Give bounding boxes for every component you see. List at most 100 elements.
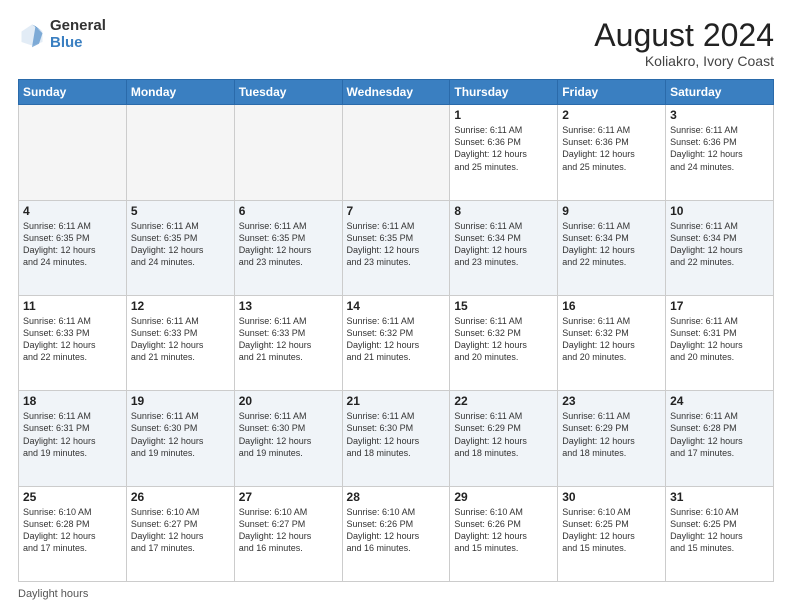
calendar-cell: 25 Sunrise: 6:10 AM Sunset: 6:28 PM Dayli…: [19, 486, 127, 581]
day-info: Sunrise: 6:11 AM Sunset: 6:34 PM Dayligh…: [562, 220, 661, 269]
calendar-cell: 5Sunrise: 6:11 AM Sunset: 6:35 PM Daylig…: [126, 200, 234, 295]
day-info: Sunrise: 6:11 AM Sunset: 6:30 PM Dayligh…: [347, 410, 446, 459]
week-row-5: 25 Sunrise: 6:10 AM Sunset: 6:28 PM Dayli…: [19, 486, 774, 581]
calendar-table: SundayMondayTuesdayWednesdayThursdayFrid…: [18, 79, 774, 582]
calendar-cell: [19, 105, 127, 200]
col-header-tuesday: Tuesday: [234, 80, 342, 105]
day-number: 21: [347, 394, 446, 408]
calendar-cell: 14 Sunrise: 6:11 AM Sunset: 6:32 PM Dayli…: [342, 295, 450, 390]
day-number: 3: [670, 108, 769, 122]
calendar-cell: 2 Sunrise: 6:11 AM Sunset: 6:36 PM Daylig…: [558, 105, 666, 200]
day-number: 29: [454, 490, 553, 504]
day-info: Sunrise: 6:10 AM Sunset: 6:28 PM Dayligh…: [23, 506, 122, 555]
calendar-cell: 30Sunrise: 6:10 AM Sunset: 6:25 PM Dayli…: [558, 486, 666, 581]
calendar-cell: 29 Sunrise: 6:10 AM Sunset: 6:26 PM Dayli…: [450, 486, 558, 581]
day-number: 14: [347, 299, 446, 313]
day-info: Sunrise: 6:10 AM Sunset: 6:26 PM Dayligh…: [347, 506, 446, 555]
week-row-4: 18Sunrise: 6:11 AM Sunset: 6:31 PM Dayli…: [19, 391, 774, 486]
day-info: Sunrise: 6:11 AM Sunset: 6:33 PM Dayligh…: [131, 315, 230, 364]
day-number: 1: [454, 108, 553, 122]
generalblue-icon: [18, 21, 46, 49]
location: Koliakro, Ivory Coast: [594, 53, 774, 69]
calendar-cell: [126, 105, 234, 200]
day-info: Sunrise: 6:11 AM Sunset: 6:28 PM Dayligh…: [670, 410, 769, 459]
day-info: Sunrise: 6:11 AM Sunset: 6:36 PM Dayligh…: [670, 124, 769, 173]
daylight-hours-label: Daylight hours: [18, 588, 88, 600]
calendar-cell: 15Sunrise: 6:11 AM Sunset: 6:32 PM Dayli…: [450, 295, 558, 390]
calendar-cell: 1 Sunrise: 6:11 AM Sunset: 6:36 PM Daylig…: [450, 105, 558, 200]
day-number: 13: [239, 299, 338, 313]
col-header-monday: Monday: [126, 80, 234, 105]
day-info: Sunrise: 6:11 AM Sunset: 6:35 PM Dayligh…: [23, 220, 122, 269]
day-number: 19: [131, 394, 230, 408]
col-header-wednesday: Wednesday: [342, 80, 450, 105]
logo-general: General: [50, 17, 106, 34]
day-info: Sunrise: 6:10 AM Sunset: 6:25 PM Dayligh…: [670, 506, 769, 555]
day-number: 2: [562, 108, 661, 122]
footer: Daylight hours: [18, 588, 774, 600]
col-header-thursday: Thursday: [450, 80, 558, 105]
header: General Blue August 2024 Koliakro, Ivory…: [18, 18, 774, 69]
day-number: 20: [239, 394, 338, 408]
calendar-cell: 17 Sunrise: 6:11 AM Sunset: 6:31 PM Dayli…: [666, 295, 774, 390]
col-header-sunday: Sunday: [19, 80, 127, 105]
calendar-cell: 11 Sunrise: 6:11 AM Sunset: 6:33 PM Dayli…: [19, 295, 127, 390]
col-header-friday: Friday: [558, 80, 666, 105]
calendar-cell: 21 Sunrise: 6:11 AM Sunset: 6:30 PM Dayli…: [342, 391, 450, 486]
day-number: 23: [562, 394, 661, 408]
day-number: 12: [131, 299, 230, 313]
day-info: Sunrise: 6:11 AM Sunset: 6:36 PM Dayligh…: [562, 124, 661, 173]
day-info: Sunrise: 6:11 AM Sunset: 6:34 PM Dayligh…: [670, 220, 769, 269]
calendar-cell: 28Sunrise: 6:10 AM Sunset: 6:26 PM Dayli…: [342, 486, 450, 581]
month-year: August 2024: [594, 18, 774, 53]
day-number: 8: [454, 204, 553, 218]
day-info: Sunrise: 6:11 AM Sunset: 6:33 PM Dayligh…: [23, 315, 122, 364]
day-number: 15: [454, 299, 553, 313]
day-number: 11: [23, 299, 122, 313]
calendar-cell: 6 Sunrise: 6:11 AM Sunset: 6:35 PM Daylig…: [234, 200, 342, 295]
calendar-cell: 16Sunrise: 6:11 AM Sunset: 6:32 PM Dayli…: [558, 295, 666, 390]
calendar-cell: 31Sunrise: 6:10 AM Sunset: 6:25 PM Dayli…: [666, 486, 774, 581]
calendar-cell: 7Sunrise: 6:11 AM Sunset: 6:35 PM Daylig…: [342, 200, 450, 295]
logo-text: General Blue: [50, 18, 106, 51]
calendar-cell: [234, 105, 342, 200]
week-row-1: 1 Sunrise: 6:11 AM Sunset: 6:36 PM Daylig…: [19, 105, 774, 200]
day-number: 25: [23, 490, 122, 504]
header-row: SundayMondayTuesdayWednesdayThursdayFrid…: [19, 80, 774, 105]
day-number: 6: [239, 204, 338, 218]
calendar-cell: 4 Sunrise: 6:11 AM Sunset: 6:35 PM Daylig…: [19, 200, 127, 295]
day-info: Sunrise: 6:11 AM Sunset: 6:32 PM Dayligh…: [562, 315, 661, 364]
calendar-cell: 12 Sunrise: 6:11 AM Sunset: 6:33 PM Dayli…: [126, 295, 234, 390]
day-number: 26: [131, 490, 230, 504]
day-info: Sunrise: 6:11 AM Sunset: 6:31 PM Dayligh…: [670, 315, 769, 364]
day-number: 4: [23, 204, 122, 218]
day-number: 9: [562, 204, 661, 218]
calendar-cell: 22 Sunrise: 6:11 AM Sunset: 6:29 PM Dayli…: [450, 391, 558, 486]
day-number: 30: [562, 490, 661, 504]
day-info: Sunrise: 6:10 AM Sunset: 6:27 PM Dayligh…: [131, 506, 230, 555]
day-info: Sunrise: 6:11 AM Sunset: 6:35 PM Dayligh…: [239, 220, 338, 269]
day-info: Sunrise: 6:11 AM Sunset: 6:36 PM Dayligh…: [454, 124, 553, 173]
day-info: Sunrise: 6:11 AM Sunset: 6:29 PM Dayligh…: [454, 410, 553, 459]
day-number: 5: [131, 204, 230, 218]
day-number: 17: [670, 299, 769, 313]
calendar-cell: 24 Sunrise: 6:11 AM Sunset: 6:28 PM Dayli…: [666, 391, 774, 486]
day-info: Sunrise: 6:11 AM Sunset: 6:34 PM Dayligh…: [454, 220, 553, 269]
calendar-cell: 8 Sunrise: 6:11 AM Sunset: 6:34 PM Daylig…: [450, 200, 558, 295]
calendar-cell: 18Sunrise: 6:11 AM Sunset: 6:31 PM Dayli…: [19, 391, 127, 486]
day-info: Sunrise: 6:10 AM Sunset: 6:26 PM Dayligh…: [454, 506, 553, 555]
day-number: 24: [670, 394, 769, 408]
week-row-2: 4 Sunrise: 6:11 AM Sunset: 6:35 PM Daylig…: [19, 200, 774, 295]
day-number: 22: [454, 394, 553, 408]
col-header-saturday: Saturday: [666, 80, 774, 105]
calendar-cell: 23Sunrise: 6:11 AM Sunset: 6:29 PM Dayli…: [558, 391, 666, 486]
day-info: Sunrise: 6:11 AM Sunset: 6:32 PM Dayligh…: [347, 315, 446, 364]
day-number: 10: [670, 204, 769, 218]
calendar-cell: 27Sunrise: 6:10 AM Sunset: 6:27 PM Dayli…: [234, 486, 342, 581]
day-info: Sunrise: 6:11 AM Sunset: 6:30 PM Dayligh…: [131, 410, 230, 459]
calendar-cell: 13Sunrise: 6:11 AM Sunset: 6:33 PM Dayli…: [234, 295, 342, 390]
calendar-cell: 10 Sunrise: 6:11 AM Sunset: 6:34 PM Dayli…: [666, 200, 774, 295]
calendar-cell: [342, 105, 450, 200]
logo: General Blue: [18, 18, 106, 51]
day-number: 7: [347, 204, 446, 218]
